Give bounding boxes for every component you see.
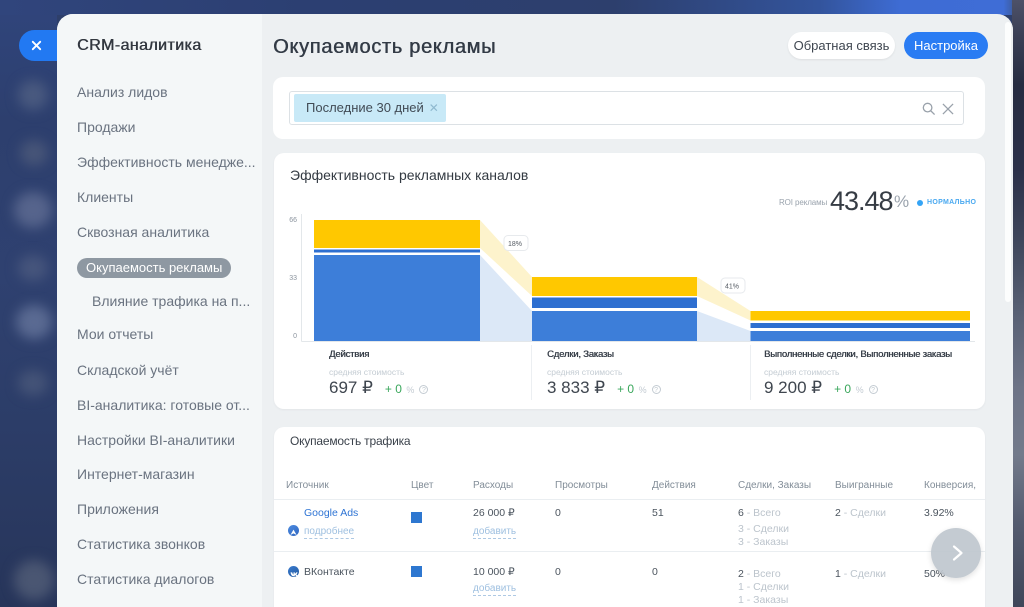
svg-text:0: 0: [293, 333, 297, 340]
svg-text:41%: 41%: [725, 284, 739, 291]
svg-text:66: 66: [289, 217, 297, 224]
svg-text:18%: 18%: [508, 241, 522, 248]
svg-text:33: 33: [289, 275, 297, 282]
